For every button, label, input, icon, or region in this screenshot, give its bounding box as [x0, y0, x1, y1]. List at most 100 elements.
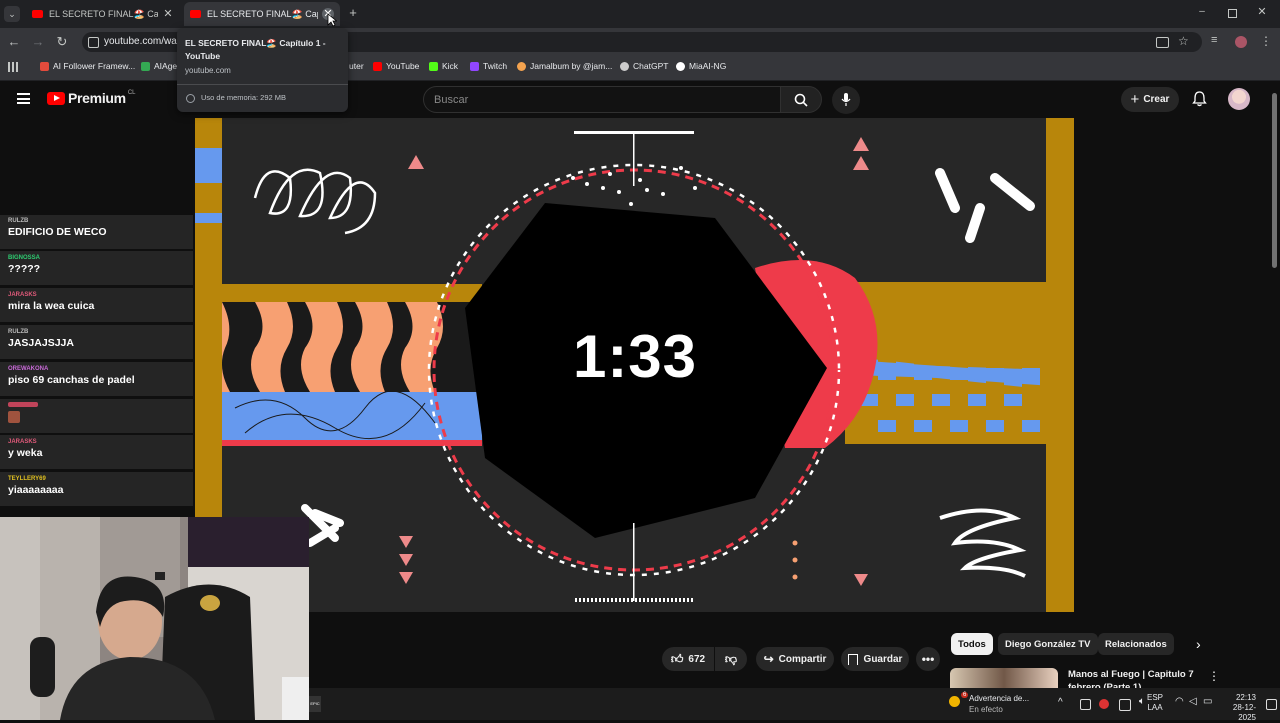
chat-username: RULZB	[8, 218, 29, 224]
weather-widget[interactable]: 6 Advertencia de... En efecto	[949, 692, 1039, 716]
tray-battery-icon[interactable]: ▭	[1203, 696, 1212, 707]
bookmark-item[interactable]: YouTube	[373, 61, 419, 71]
bookmark-item[interactable]: AIAge	[141, 61, 177, 71]
language-indicator[interactable]: ESP LAA	[1145, 693, 1165, 713]
recommended-title: Manos al Fuego | Capitulo 7	[1068, 669, 1194, 680]
recommended-menu-icon[interactable]: ⋮	[1208, 669, 1220, 683]
chat-message: OREWAKONA piso 69 canchas de padel	[8, 366, 195, 386]
bookmark-item[interactable]: AI Follower Framew...	[40, 61, 135, 71]
recommended-thumbnail	[950, 668, 1058, 690]
chatgpt-favicon-icon	[620, 61, 629, 71]
warning-icon	[949, 696, 960, 707]
scrollbar-thumb[interactable]	[1272, 93, 1277, 268]
chat-username: BIGNOSSA	[8, 255, 41, 261]
share-button[interactable]: ↪ Compartir	[756, 647, 834, 671]
tab-search-button[interactable]: ⌄	[4, 6, 20, 22]
install-app-icon[interactable]	[1156, 37, 1169, 48]
chat-message: RULZB JASJAJSJJA	[8, 329, 195, 349]
tray-app-icon[interactable]	[1099, 699, 1109, 709]
browser-tab-2[interactable]: EL SECRETO FINAL🏖️ Capítulo ✕	[184, 2, 340, 26]
minimize-window-button[interactable]: –	[1196, 6, 1208, 20]
profile-avatar[interactable]	[1235, 36, 1247, 48]
bookmark-item[interactable]: Kick	[429, 61, 458, 71]
recommended-video[interactable]: Manos al Fuego | Capitulo 7 febrero (Par…	[950, 668, 1230, 693]
clock[interactable]: 22:13 28-12-2025	[1218, 693, 1256, 723]
memory-icon	[186, 94, 195, 103]
chat-text: JASJAJSJJA	[8, 337, 74, 349]
hamburger-menu-icon[interactable]	[17, 93, 30, 104]
plus-icon: +	[1130, 91, 1140, 108]
bookmark-favicon-icon	[517, 61, 526, 71]
chat-message: JARASKS y weka	[8, 439, 195, 459]
bookmark-favicon-icon	[40, 61, 49, 71]
tray-app-icon[interactable]	[1080, 699, 1091, 710]
show-hidden-icons[interactable]: ^	[1058, 697, 1063, 708]
voice-search-button[interactable]	[832, 86, 860, 114]
tab-title: EL SECRETO FINAL🏖️ Capítulo	[49, 8, 158, 19]
chips-next-arrow-icon[interactable]: ›	[1196, 636, 1201, 652]
video-player[interactable]: 1:33	[195, 118, 1074, 612]
dislike-button[interactable]: 👎︎	[715, 647, 747, 671]
new-tab-button[interactable]: +	[346, 5, 360, 21]
reload-icon[interactable]: ↻	[54, 34, 70, 50]
weather-title: Advertencia de...	[969, 694, 1030, 703]
chat-text: mira la wea cuica	[8, 300, 95, 312]
more-horizontal-icon: •••	[921, 652, 935, 666]
chat-message: TEYLLERY69 yiaaaaaaaa	[8, 476, 195, 496]
search-button[interactable]	[780, 86, 822, 113]
restore-window-button[interactable]	[1228, 9, 1237, 18]
browser-tab-strip: ⌄ EL SECRETO FINAL🏖️ Capítulo ✕ EL SECRE…	[0, 0, 1280, 28]
create-button[interactable]: + Crear	[1121, 87, 1179, 112]
tray-wifi-icon[interactable]: ◠	[1175, 696, 1184, 707]
youtube-logo[interactable]: Premium CL	[47, 90, 135, 106]
like-count: 672	[688, 653, 706, 665]
browser-tab-1[interactable]: EL SECRETO FINAL🏖️ Capítulo ✕	[26, 2, 180, 26]
bookmark-item[interactable]: uter	[349, 61, 364, 71]
page-scrollbar[interactable]	[1270, 81, 1280, 688]
epic-games-icon[interactable]: EPIC	[309, 696, 321, 712]
bookmark-item[interactable]: ChatGPT	[620, 61, 668, 71]
windows-taskbar: EPIC 6 Advertencia de... En efecto ^ 🔈︎ …	[309, 688, 1280, 723]
bookmark-item[interactable]: Jamalbum by @jam...	[517, 61, 612, 71]
bookmark-favicon-icon	[141, 61, 150, 71]
menu-kebab-icon[interactable]: ⋮	[1260, 34, 1272, 48]
github-favicon-icon	[676, 61, 685, 71]
close-window-button[interactable]: ✕	[1256, 5, 1268, 19]
chat-username: JARASKS	[8, 439, 37, 445]
chat-username: TEYLLERY69	[8, 476, 46, 482]
youtube-favicon-icon	[373, 61, 382, 71]
search-input[interactable]: Buscar	[423, 86, 781, 113]
youtube-play-icon	[47, 91, 65, 105]
weather-subtitle: En efecto	[969, 705, 1003, 714]
media-controls-icon[interactable]: ≡	[1211, 34, 1217, 46]
tray-speaker-icon[interactable]: ◁	[1189, 696, 1197, 707]
chat-text: EDIFICIO DE WECO	[8, 226, 107, 238]
apps-grid-icon[interactable]	[8, 62, 18, 72]
hover-card-memory: Uso de memoria: 292 MB	[201, 93, 287, 102]
chip-related[interactable]: Relacionados	[1098, 633, 1174, 655]
notifications-bell-icon[interactable]	[1192, 91, 1207, 107]
account-avatar[interactable]	[1228, 88, 1250, 110]
clock-date: 28-12-2025	[1232, 703, 1256, 722]
emote-icon	[8, 411, 20, 423]
bookmark-item[interactable]: MiaAI-NG	[676, 61, 726, 71]
url-text: youtube.com/wat	[104, 36, 180, 47]
back-arrow-icon[interactable]: ←	[6, 34, 22, 50]
mouse-cursor-icon	[327, 13, 337, 27]
chip-channel[interactable]: Diego González TV	[998, 633, 1098, 655]
save-button[interactable]: Guardar	[841, 647, 909, 671]
forward-arrow-icon[interactable]: →	[30, 34, 46, 50]
more-actions-button[interactable]: •••	[916, 647, 940, 671]
hover-card-divider	[177, 84, 348, 85]
tray-app-icon[interactable]	[1119, 699, 1131, 711]
bookmark-star-icon[interactable]: ☆	[1178, 34, 1189, 48]
like-button[interactable]: 👍︎ 672	[662, 647, 714, 671]
notification-center-icon[interactable]	[1266, 699, 1277, 710]
bookmark-item[interactable]: Twitch	[470, 61, 507, 71]
chip-todos[interactable]: Todos	[951, 633, 993, 655]
site-info-icon[interactable]	[88, 37, 99, 48]
clock-time: 22:13	[1235, 693, 1256, 702]
tab-close-icon[interactable]: ✕	[162, 8, 174, 20]
stream-chat-overlay: RULZB EDIFICIO DE WECO BIGNOSSA ????? JA…	[0, 215, 195, 515]
share-icon: ↪	[763, 652, 774, 666]
